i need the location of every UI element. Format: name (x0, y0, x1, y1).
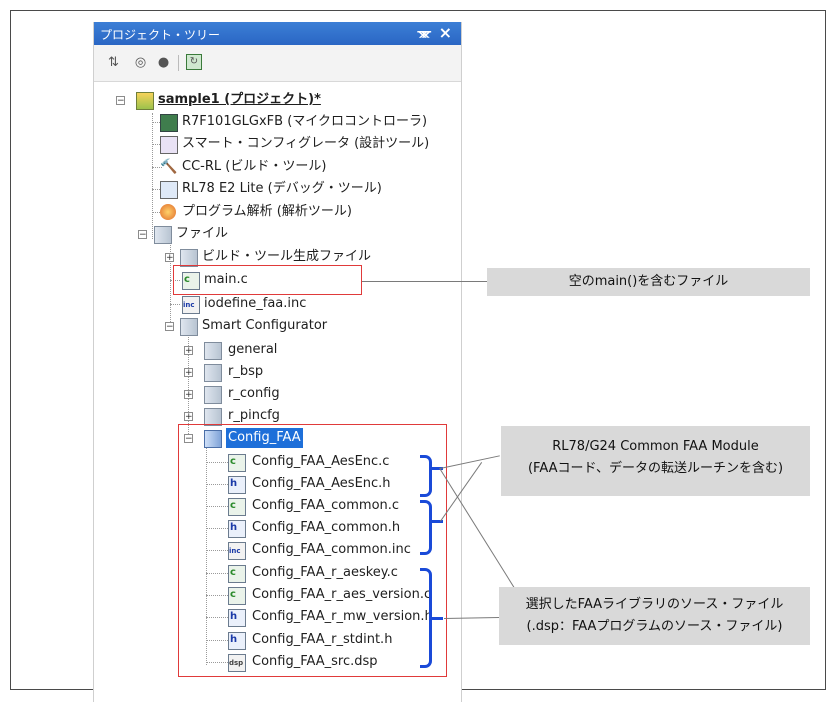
tree-item-general[interactable]: + general (182, 340, 332, 360)
folder-icon (204, 364, 222, 382)
callout-text: RL78/G24 Common FAA Module (552, 439, 759, 454)
collapse-icon[interactable]: − (165, 322, 174, 332)
panel-title: プロジェクト・ツリー (100, 28, 221, 42)
collapse-icon[interactable]: − (116, 96, 125, 106)
tree-item-label: r_pincfg (228, 408, 280, 423)
tree-line (170, 304, 180, 305)
close-icon[interactable]: × (439, 23, 452, 42)
tree-item-project[interactable]: − sample1 (プロジェクト)* (116, 90, 416, 110)
tree-item-build-generated-folder[interactable]: + ビルド・ツール生成ファイル (160, 247, 400, 267)
panel-titlebar: プロジェクト・ツリー ᚘ × (94, 22, 461, 45)
tree-item-label: ビルド・ツール生成ファイル (202, 249, 372, 264)
project-icon (136, 92, 154, 110)
expand-icon[interactable]: + (184, 390, 193, 400)
bracket-aesenc (420, 455, 432, 497)
callout-main-file: 空のmain()を含むファイル (487, 268, 810, 296)
tree-item-smart-configurator-folder[interactable]: − Smart Configurator (160, 316, 400, 336)
tree-item-label: ファイル (176, 226, 229, 241)
user-icon[interactable]: ● (155, 54, 172, 71)
callout-text: 空のmain()を含むファイル (568, 274, 729, 289)
analysis-tool-icon (160, 204, 176, 220)
tree-item-label: RL78 E2 Lite (デバッグ・ツール) (182, 181, 382, 196)
collapse-icon[interactable]: − (138, 230, 147, 240)
panel-toolbar: ⇅ ◎ ● ↻ (94, 45, 461, 82)
tree-item-label: Smart Configurator (202, 318, 328, 333)
tree-item-smart-configurator[interactable]: スマート・コンフィグレータ (設計ツール) (160, 134, 440, 154)
properties-icon[interactable]: ◎ (132, 54, 149, 71)
tree-item-label: スマート・コンフィグレータ (設計ツール) (182, 136, 430, 151)
expand-icon[interactable]: + (184, 412, 193, 422)
tree-item-r-config[interactable]: + r_config (182, 384, 332, 404)
callout-text: (FAAコード、データの転送ルーチンを含む) (527, 461, 784, 476)
tree-item-label: R7F101GLGxFB (マイクロコントローラ) (182, 114, 428, 129)
callout-source-files: 選択したFAAライブラリのソース・ファイル (.dsp：FAAプログラムのソース… (499, 587, 810, 645)
bracket-common (420, 500, 432, 555)
callout-faa-module: RL78/G24 Common FAA Module (FAAコード、データの転… (501, 426, 810, 496)
bracket-tick (432, 617, 443, 620)
expand-icon[interactable]: + (165, 253, 174, 263)
bracket-source (420, 568, 432, 668)
tree-item-label: r_config (228, 386, 280, 401)
leader-line (362, 281, 487, 282)
callout-text: (.dsp：FAAプログラムのソース・ファイル) (526, 619, 783, 634)
tree-item-program-analysis[interactable]: プログラム解析 (解析ツール) (160, 202, 440, 222)
tree-item-r-pincfg[interactable]: + r_pincfg (182, 406, 332, 426)
sort-icon[interactable]: ⇅ (105, 54, 122, 71)
callout-text: 選択したFAAライブラリのソース・ファイル (525, 597, 784, 612)
tree-item-debug-tool[interactable]: RL78 E2 Lite (デバッグ・ツール) (160, 179, 440, 199)
expand-icon[interactable]: + (184, 346, 193, 356)
tree-item-label: iodefine_faa.inc (204, 296, 307, 311)
config-faa-highlight-box (178, 424, 447, 677)
tree-item-files-folder[interactable]: − ファイル (138, 224, 338, 244)
folder-icon (204, 342, 222, 360)
tree-item-label: general (228, 342, 278, 357)
main-c-highlight-box (173, 265, 362, 295)
folder-icon (180, 318, 198, 336)
expand-icon[interactable]: + (184, 368, 193, 378)
tree-item-label: プログラム解析 (解析ツール) (182, 204, 352, 219)
folder-icon (154, 226, 172, 244)
design-tool-icon (160, 136, 178, 154)
folder-icon (204, 386, 222, 404)
refresh-icon[interactable]: ↻ (186, 54, 202, 70)
toolbar-separator (178, 55, 179, 71)
tree-item-build-tool[interactable]: 🔨 CC-RL (ビルド・ツール) (160, 157, 440, 177)
debug-tool-icon (160, 181, 178, 199)
tree-item-r-bsp[interactable]: + r_bsp (182, 362, 332, 382)
tree-item-label: sample1 (プロジェクト)* (158, 92, 321, 107)
tree-item-label: r_bsp (228, 364, 264, 379)
tree-item-label: CC-RL (ビルド・ツール) (182, 159, 327, 174)
microcontroller-icon (160, 114, 178, 132)
tree-item-iodefine[interactable]: iodefine_faa.inc (182, 294, 382, 315)
tree-line (152, 113, 153, 239)
hammer-icon: 🔨 (160, 159, 178, 175)
pin-icon[interactable]: ᚘ (417, 25, 431, 38)
tree-item-device[interactable]: R7F101GLGxFB (マイクロコントローラ) (160, 112, 440, 132)
include-file-icon (182, 295, 200, 315)
